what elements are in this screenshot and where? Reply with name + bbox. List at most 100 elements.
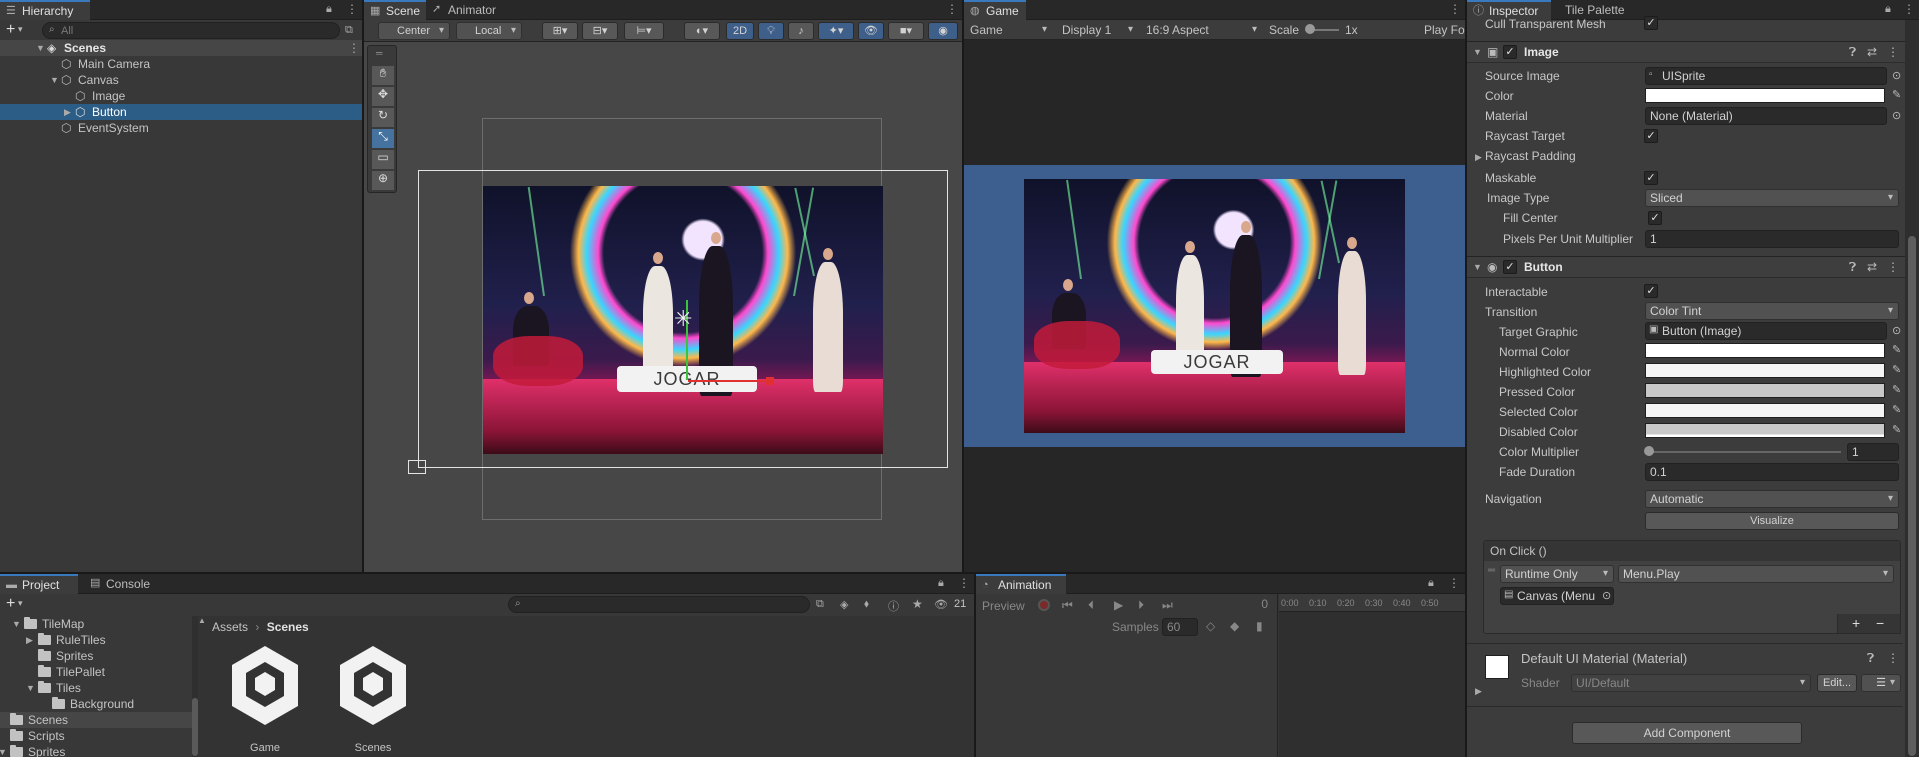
expand-arrow-icon[interactable]: ▼ [50,72,59,88]
maskable-checkbox[interactable]: ✓ [1644,171,1658,185]
add-icon[interactable]: + [6,21,15,39]
hidden-packages-icon[interactable]: 👁︎ [934,598,948,611]
rect-tool-icon[interactable]: ▭ [372,150,394,169]
image-enabled-checkbox[interactable]: ✓ [1503,45,1517,59]
image-type-dropdown[interactable]: Sliced [1645,189,1899,207]
shading-mode-button[interactable]: ◐▾ [684,22,720,40]
game-view-dropdown[interactable]: Game [966,20,1052,40]
presets-icon[interactable]: ⇄ [1867,45,1877,59]
raycast-padding-label[interactable]: Raycast Padding [1485,149,1576,163]
scale-slider-thumb[interactable] [1305,24,1315,34]
asset-tile-game[interactable]: Game [228,644,302,756]
breadcrumb-assets[interactable]: Assets [212,620,248,634]
disabled-color-swatch[interactable] [1645,423,1885,438]
normal-color-swatch[interactable] [1645,343,1885,358]
expand-arrow-icon[interactable]: ▶ [64,104,71,120]
shader-dropdown[interactable]: UI/Default [1571,674,1811,692]
drag-handle-icon[interactable]: ═ [1488,565,1495,576]
fade-duration-field[interactable]: 0.1 [1645,463,1899,481]
color-swatch[interactable] [1645,88,1885,103]
add-event-icon[interactable]: + [1852,615,1860,631]
pixels-per-unit-field[interactable]: 1 [1645,230,1899,248]
project-tree-row[interactable]: TilePallet [0,664,196,680]
color-multiplier-slider-thumb[interactable] [1644,446,1654,456]
pivot-dropdown[interactable]: Center [378,22,450,40]
kebab-menu-icon[interactable]: ⋮ [1887,651,1899,665]
tab-hierarchy[interactable]: ☰ Hierarchy [0,0,90,20]
foldout-arrow-icon[interactable]: ▼ [1473,262,1482,272]
eyedropper-icon[interactable]: ✎ [1892,344,1904,356]
onclick-target-field[interactable]: Canvas (Menu [1500,587,1614,605]
interactable-checkbox[interactable]: ✓ [1644,284,1658,298]
lock-icon[interactable]: 🔒︎ [326,3,332,16]
project-tree-row[interactable]: ▼ TileMap [0,616,196,632]
button-enabled-checkbox[interactable]: ✓ [1503,260,1517,274]
rotate-tool-icon[interactable]: ↻ [372,108,394,127]
kebab-menu-icon[interactable]: ⋮ [946,2,958,16]
eyedropper-icon[interactable]: ✎ [1892,364,1904,376]
add-keyframe-icon[interactable]: ◇ [1206,619,1215,633]
object-picker-icon[interactable]: ⊙ [1892,110,1904,122]
project-tree-row[interactable]: ▼ Tiles [0,680,196,696]
highlighted-color-swatch[interactable] [1645,363,1885,378]
aspect-dropdown[interactable]: 16:9 Aspect [1142,20,1262,40]
favorite-icon[interactable]: ★ [912,597,923,611]
expand-arrow-icon[interactable]: ▼ [12,616,21,632]
kebab-menu-icon[interactable]: ⋮ [1887,260,1899,274]
tab-animator[interactable]: ➚ Animator [426,0,512,20]
lock-icon[interactable]: 🔒︎ [1428,577,1434,590]
project-tree-row[interactable]: Sprites [0,648,196,664]
toggle-2d-button[interactable]: 2D [726,22,754,40]
display-dropdown[interactable]: Display 1 [1058,20,1138,40]
button-component-header[interactable]: ▼ ◉ ✓ Button ❓︎ ⇄ ⋮ [1467,256,1919,278]
edit-shader-button[interactable]: Edit... [1817,674,1857,692]
effects-dropdown[interactable]: ✦▾ [818,22,854,40]
eyedropper-icon[interactable]: ✎ [1892,384,1904,396]
add-component-button[interactable]: Add Component [1572,722,1802,744]
add-animation-event-icon[interactable]: ▮ [1256,619,1263,633]
eyedropper-icon[interactable]: ✎ [1892,404,1904,416]
grid-snap-button[interactable]: ⊞▾ [542,22,578,40]
project-tree-row[interactable]: Background [0,696,196,712]
lighting-toggle-icon[interactable]: 💡︎ [758,22,784,40]
color-multiplier-field[interactable]: 1 [1847,443,1899,461]
samples-field[interactable]: 60 [1162,618,1198,636]
kebab-menu-icon[interactable]: ⋮ [1448,576,1460,590]
kebab-menu-icon[interactable]: ⋮ [1449,2,1461,16]
material-field[interactable]: None (Material) [1645,107,1887,125]
timeline-ruler[interactable]: 0:00 0:10 0:20 0:30 0:40 0:50 [1279,594,1465,612]
help-icon[interactable]: ❓︎ [1867,651,1874,666]
selected-color-swatch[interactable] [1645,403,1885,418]
presets-icon[interactable]: ⇄ [1867,260,1877,274]
remove-event-icon[interactable]: − [1876,615,1884,631]
eyedropper-icon[interactable]: ✎ [1892,424,1904,436]
function-dropdown[interactable]: Menu.Play [1618,565,1894,583]
tab-project[interactable]: ▬ Project [0,574,78,594]
kebab-menu-icon[interactable]: ⋮ [348,40,360,56]
runtime-mode-dropdown[interactable]: Runtime Only [1500,565,1614,583]
transition-dropdown[interactable]: Color Tint [1645,302,1899,320]
kebab-menu-icon[interactable]: ⋮ [1887,45,1899,59]
transform-tool-icon[interactable]: ⊕ [372,171,394,190]
foldout-arrow-icon[interactable]: ▶ [1475,686,1482,697]
foldout-arrow-icon[interactable]: ▶ [1475,152,1482,163]
record-icon[interactable] [1038,599,1050,611]
snap-align-button[interactable]: ⊨▾ [624,22,664,40]
hierarchy-search-input[interactable]: All [42,22,340,39]
project-splitter[interactable]: ▲ [198,616,206,757]
animation-timeline[interactable]: 0:00 0:10 0:20 0:30 0:40 0:50 [1279,594,1465,757]
preview-toggle[interactable]: Preview [982,599,1025,613]
play-icon[interactable]: ▶ [1114,598,1123,612]
frame-field[interactable]: 0 [1240,596,1276,614]
move-handle-x-end[interactable] [766,377,774,385]
expand-arrow-icon[interactable]: ▶ [26,632,33,648]
kebab-menu-icon[interactable]: ⋮ [1903,2,1915,16]
project-tree-row[interactable]: Scenes [0,712,196,728]
tree-row-button[interactable]: ▶ ⬡ Button [0,104,362,120]
add-event-keyframe-icon[interactable]: ◆ [1230,619,1239,633]
tree-row-eventsystem[interactable]: ⬡ EventSystem [0,120,362,136]
tree-row-main-camera[interactable]: ⬡ Main Camera [0,56,362,72]
snap-increment-button[interactable]: ⊟▾ [582,22,618,40]
raycast-target-checkbox[interactable]: ✓ [1644,129,1658,143]
visualize-button[interactable]: Visualize [1645,512,1899,530]
